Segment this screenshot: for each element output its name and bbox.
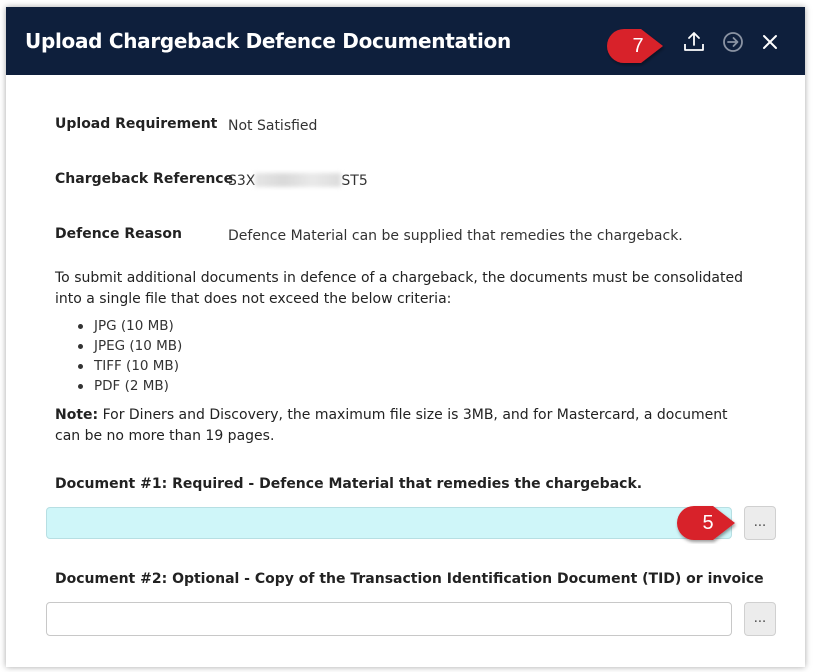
callout-number-browse: 5 <box>702 512 714 534</box>
chargeback-reference-value: S3X ST5 <box>228 173 368 189</box>
document-2-browse-button[interactable]: ... <box>744 602 776 636</box>
instructions-text: To submit additional documents in defenc… <box>55 270 743 307</box>
document-1-label: Document #1: Required - Defence Material… <box>55 476 643 492</box>
defence-reason-value: Defence Material can be supplied that re… <box>228 228 683 244</box>
upload-requirement-value: Not Satisfied <box>228 118 318 134</box>
upload-requirement-label: Upload Requirement <box>55 116 218 132</box>
arrow-right-circle-icon[interactable] <box>721 30 745 54</box>
document-2-label: Document #2: Optional - Copy of the Tran… <box>55 571 764 587</box>
callout-number-top: 7 <box>632 35 644 57</box>
list-item: TIFF (10 MB) <box>78 356 182 376</box>
note-text: Note: For Diners and Discovery, the maxi… <box>55 405 755 447</box>
dialog-titlebar: Upload Chargeback Defence Documentation … <box>6 7 805 75</box>
note-label: Note: <box>55 407 99 423</box>
chargeback-reference-label: Chargeback Reference <box>55 171 234 187</box>
note-body: For Diners and Discovery, the maximum fi… <box>55 407 728 444</box>
list-item: PDF (2 MB) <box>78 376 182 396</box>
list-item: JPG (10 MB) <box>78 316 182 336</box>
criteria-list: JPG (10 MB) JPEG (10 MB) TIFF (10 MB) PD… <box>78 316 182 396</box>
redacted-segment <box>255 173 342 187</box>
defence-reason-label: Defence Reason <box>55 226 182 242</box>
reference-suffix: ST5 <box>341 173 368 189</box>
list-item: JPEG (10 MB) <box>78 336 182 356</box>
document-1-browse-button[interactable]: ... <box>744 506 776 540</box>
upload-dialog: Upload Chargeback Defence Documentation … <box>6 7 805 667</box>
upload-icon[interactable] <box>682 30 706 54</box>
reference-prefix: S3X <box>228 173 256 189</box>
dialog-title: Upload Chargeback Defence Documentation <box>25 29 511 53</box>
document-2-file-input[interactable] <box>46 602 732 636</box>
close-icon[interactable] <box>758 30 782 54</box>
document-1-file-input[interactable] <box>46 507 732 539</box>
